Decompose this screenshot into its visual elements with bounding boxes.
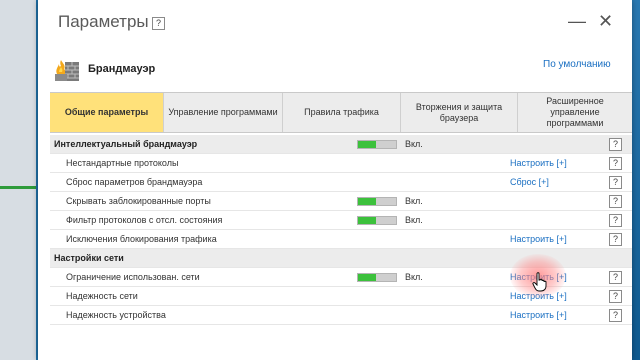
tab-traffic-rules[interactable]: Правила трафика (283, 93, 401, 132)
setting-label: Исключения блокирования трафика (66, 234, 217, 244)
setting-toggle[interactable] (357, 216, 397, 225)
setting-label: Фильтр протоколов с отсл. состояния (66, 215, 223, 225)
group-row-network-settings: Настройки сети (50, 249, 632, 268)
help-icon[interactable]: ? (609, 138, 622, 151)
help-icon[interactable]: ? (609, 309, 622, 322)
toggle-state: Вкл. (405, 215, 423, 225)
help-icon[interactable]: ? (609, 290, 622, 303)
title-help-icon[interactable]: ? (152, 17, 165, 30)
setting-label: Сброс параметров брандмауэра (66, 177, 203, 187)
section-title: Брандмауэр (88, 63, 156, 75)
help-icon[interactable]: ? (609, 233, 622, 246)
setting-label: Ограничение использован. сети (66, 272, 200, 282)
toggle-state: Вкл. (405, 139, 423, 149)
configure-link[interactable]: Настроить [+] (510, 291, 567, 301)
setting-row: Исключения блокирования трафика Настроит… (50, 230, 632, 249)
toggle-fill (358, 141, 376, 148)
help-icon[interactable]: ? (609, 195, 622, 208)
tab-advanced-app-control[interactable]: Расширенное управление программами (518, 93, 632, 132)
tab-bar: Общие параметры Управление программами П… (50, 92, 632, 133)
group-label: Настройки сети (54, 253, 124, 263)
setting-label: Нестандартные протоколы (66, 158, 179, 168)
settings-window: Параметры ? — ✕ Брандмауэр По умолчанию … (38, 0, 632, 360)
hand-cursor-icon (532, 272, 547, 292)
help-icon[interactable]: ? (609, 271, 622, 284)
desktop-background-left (0, 0, 36, 360)
help-icon[interactable]: ? (609, 176, 622, 189)
toggle-fill (358, 198, 376, 205)
minimize-button[interactable]: — (568, 12, 586, 30)
configure-link[interactable]: Настроить [+] (510, 158, 567, 168)
toggle-state: Вкл. (405, 196, 423, 206)
setting-row: Фильтр протоколов с отсл. состояния Вкл.… (50, 211, 632, 230)
configure-link[interactable]: Настроить [+] (510, 310, 567, 320)
group-row-smart-firewall: Интеллектуальный брандмауэр Вкл. ? (50, 135, 632, 154)
reset-link[interactable]: Сброс [+] (510, 177, 549, 187)
setting-row: Сброс параметров брандмауэра Сброс [+] ? (50, 173, 632, 192)
setting-row: Нестандартные протоколы Настроить [+] ? (50, 154, 632, 173)
tab-intrusion-browser[interactable]: Вторжения и защита браузера (401, 93, 518, 132)
help-icon[interactable]: ? (609, 214, 622, 227)
group-label: Интеллектуальный брандмауэр (54, 139, 198, 149)
setting-label: Надежность сети (66, 291, 138, 301)
setting-toggle[interactable] (357, 197, 397, 206)
defaults-link[interactable]: По умолчанию (543, 59, 611, 70)
settings-list: Интеллектуальный брандмауэр Вкл. ? Неста… (50, 135, 632, 325)
setting-toggle[interactable] (357, 273, 397, 282)
desktop-accent-line (0, 186, 36, 189)
setting-row: Скрывать заблокированные порты Вкл. ? (50, 192, 632, 211)
window-title: Параметры (58, 12, 149, 31)
toggle-fill (358, 274, 376, 281)
smart-firewall-toggle[interactable] (357, 140, 397, 149)
close-button[interactable]: ✕ (598, 12, 613, 30)
tab-general[interactable]: Общие параметры (50, 93, 164, 132)
toggle-state: Вкл. (405, 272, 423, 282)
toggle-fill (358, 217, 376, 224)
tab-app-control[interactable]: Управление программами (164, 93, 283, 132)
configure-link[interactable]: Настроить [+] (510, 234, 567, 244)
setting-label: Скрывать заблокированные порты (66, 196, 211, 206)
help-icon[interactable]: ? (609, 157, 622, 170)
setting-label: Надежность устройства (66, 310, 166, 320)
setting-row: Надежность устройства Настроить [+] ? (50, 306, 632, 325)
firewall-icon (55, 60, 79, 81)
